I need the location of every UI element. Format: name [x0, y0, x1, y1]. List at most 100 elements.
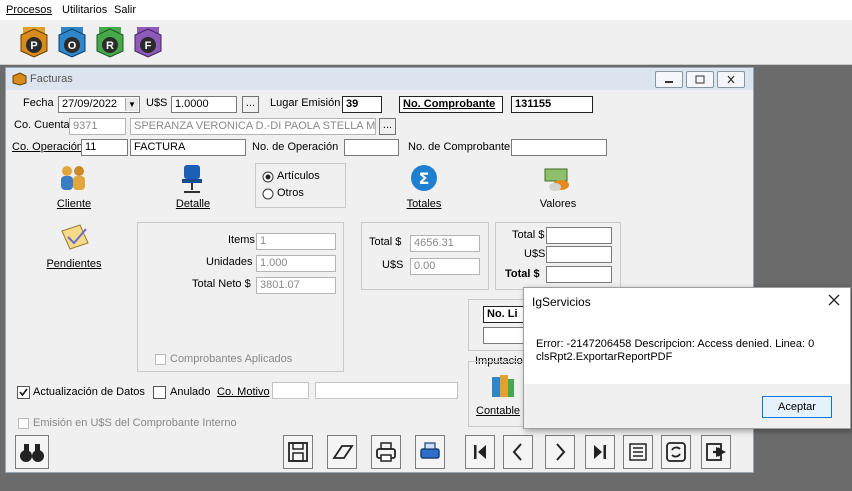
co-motivo-input[interactable] [272, 382, 309, 399]
unidades-field: 1.000 [256, 255, 336, 272]
radio-empty-icon [262, 188, 274, 200]
save-button[interactable] [283, 435, 313, 469]
svg-text:R: R [106, 40, 114, 52]
printer-blue-icon [420, 442, 440, 459]
menu-procesos[interactable]: Procesos [6, 4, 52, 16]
totales-label: Totales [406, 198, 442, 210]
radio-otros-label: Otros [277, 187, 304, 199]
print-button[interactable] [371, 435, 401, 469]
next-record-button[interactable] [545, 435, 575, 469]
report-f-icon: F [134, 27, 162, 58]
uss-ellipsis-button[interactable]: ... [242, 96, 259, 113]
actualizacion-label: Actualización de Datos [33, 386, 145, 398]
no-comprobante-input[interactable]: 131155 [511, 96, 593, 113]
chevron-down-icon: ▼ [125, 98, 138, 111]
comprobantes-aplicados-checkbox[interactable] [155, 354, 166, 365]
minimize-button[interactable] [655, 71, 683, 88]
uss-input[interactable]: 1.0000 [171, 96, 237, 113]
maximize-button[interactable] [686, 71, 714, 88]
toolbar-p-button[interactable]: P [17, 25, 51, 59]
valores-button[interactable]: Valores [535, 163, 581, 213]
aceptar-button[interactable]: Aceptar [762, 396, 832, 418]
toolbar: P O R F [0, 20, 852, 65]
co-operacion-label: Co. Operación [12, 141, 83, 153]
radio-selected-icon [262, 171, 274, 183]
window-titlebar: Facturas [6, 68, 753, 90]
lugar-emision-label: Lugar Emisión [270, 97, 341, 109]
fecha-dropdown[interactable]: 27/09/2022 ▼ [58, 96, 140, 113]
search-button[interactable] [15, 435, 49, 469]
dialog-body: Error: -2147206458 Descripcion: Access d… [524, 318, 850, 384]
contable-label: Contable [476, 405, 521, 417]
actualizacion-checkbox[interactable] [17, 386, 30, 399]
exit-button[interactable] [701, 435, 731, 469]
menu-salir[interactable]: Salir [114, 4, 136, 16]
eraser-icon [332, 445, 354, 459]
report-o-icon: O [58, 27, 86, 58]
totales-group: Total $ 4656.31 U$S 0.00 [361, 222, 489, 290]
pendientes-button[interactable]: Pendientes [44, 223, 104, 273]
cliente-label: Cliente [56, 198, 92, 210]
no-de-comprobante-input[interactable] [511, 139, 607, 156]
items-field: 1 [256, 233, 336, 250]
co-cuenta-input[interactable]: 9371 [69, 118, 126, 135]
clear-button[interactable] [327, 435, 357, 469]
chevron-right-icon [556, 443, 566, 461]
dialog-message-line1: Error: -2147206458 Descripcion: Access d… [536, 338, 815, 350]
totales-button[interactable]: Σ Totales [401, 163, 447, 213]
valores-total-bold-label: Total $ [505, 268, 540, 280]
detalle-button[interactable]: Detalle [170, 163, 216, 213]
cliente-nombre-field: SPERANZA VERONICA D.-DI PAOLA STELLA M/ [130, 118, 376, 135]
close-button[interactable] [717, 71, 745, 88]
items-label: Items [228, 234, 255, 246]
valores-totales-group: Total $ U$S Total $ [495, 222, 621, 290]
total-neto-field: 3801.07 [256, 277, 336, 294]
no-operacion-input[interactable] [344, 139, 399, 156]
cliente-button[interactable]: Cliente [51, 163, 97, 213]
total-uss-field: 0.00 [410, 258, 480, 275]
floppy-disk-icon [288, 442, 308, 462]
dialog-footer: Aceptar [524, 384, 850, 428]
emision-uss-checkbox[interactable] [18, 418, 29, 429]
menu-bar: Procesos Utilitarios Salir [0, 0, 852, 21]
emision-uss-label: Emisión en U$S del Comprobante Interno [33, 417, 237, 429]
operacion-nombre-field: FACTURA [130, 139, 246, 156]
menu-utilitarios[interactable]: Utilitarios [62, 4, 107, 16]
first-record-button[interactable] [465, 435, 495, 469]
co-operacion-input[interactable]: 11 [81, 139, 128, 156]
total-pesos-field: 4656.31 [410, 235, 480, 252]
radio-articulos-label: Artículos [277, 170, 320, 182]
total-pesos-label: Total $ [369, 236, 402, 248]
items-group: Items 1 Unidades 1.000 Total Neto $ 3801… [137, 222, 344, 372]
svg-text:P: P [30, 40, 37, 52]
checkmark-icon [19, 388, 28, 397]
chevron-left-icon [512, 443, 522, 461]
sigma-icon: Σ [411, 165, 437, 191]
last-record-button[interactable] [585, 435, 615, 469]
list-button[interactable] [623, 435, 653, 469]
previous-record-button[interactable] [503, 435, 533, 469]
anulado-checkbox[interactable] [153, 386, 166, 399]
error-dialog: IgServicios Error: -2147206458 Descripci… [523, 287, 851, 429]
total-uss-label: U$S [382, 259, 404, 271]
svg-text:F: F [145, 40, 152, 52]
dialog-title: IgServicios [532, 295, 591, 309]
envelope-icon [61, 224, 89, 250]
exit-arrow-icon [706, 443, 726, 461]
dialog-message-line2: clsRpt2.ExportarReportPDF [536, 351, 673, 363]
svg-text:Σ: Σ [419, 169, 430, 188]
lugar-emision-input[interactable]: 39 [342, 96, 382, 113]
last-icon [594, 445, 606, 459]
refresh-button[interactable] [661, 435, 691, 469]
cliente-ellipsis-button[interactable]: ... [379, 118, 396, 135]
total-neto-label: Total Neto $ [192, 278, 251, 290]
print-preview-button[interactable] [415, 435, 445, 469]
dialog-close-button[interactable] [826, 292, 842, 308]
toolbar-o-button[interactable]: O [55, 25, 89, 59]
comprobantes-aplicados-label: Comprobantes Aplicados [170, 353, 293, 365]
close-icon [727, 75, 735, 84]
toolbar-r-button[interactable]: R [93, 25, 127, 59]
tipo-radio-group: Artículos Otros [255, 163, 346, 208]
co-cuenta-label: Co. Cuenta [14, 119, 70, 131]
toolbar-f-button[interactable]: F [131, 25, 165, 59]
